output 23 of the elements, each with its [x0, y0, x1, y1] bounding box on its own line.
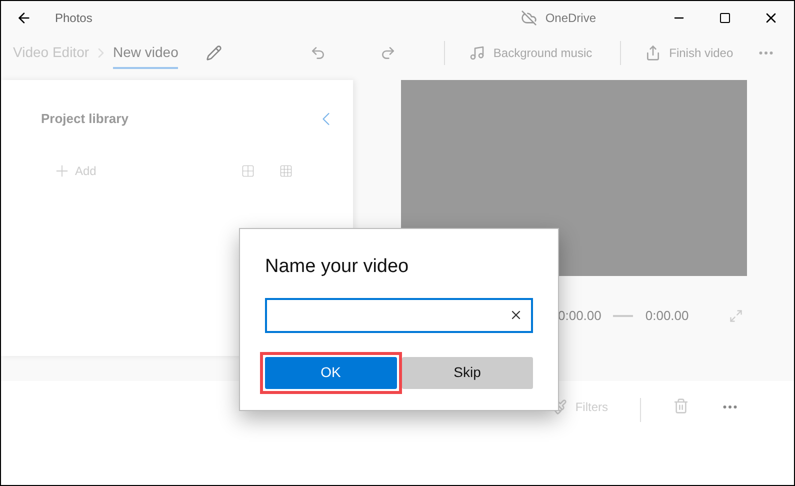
dialog-title: Name your video	[265, 255, 410, 279]
fullscreen-icon[interactable]	[728, 308, 743, 323]
current-time: 0:00.00	[558, 307, 602, 325]
grid-icon[interactable]	[241, 164, 255, 178]
cloud-off-icon	[521, 10, 538, 26]
window-title: Photos	[55, 10, 92, 27]
share-icon	[645, 45, 662, 61]
dialog-button[interactable]: OK	[265, 356, 396, 388]
maximize-icon	[719, 12, 731, 24]
trash-icon[interactable]	[673, 398, 689, 414]
grid-icon[interactable]	[279, 164, 293, 178]
cloud-label: OneDrive	[545, 10, 596, 27]
pencil-icon[interactable]	[206, 45, 222, 61]
music-icon	[469, 45, 486, 61]
back-icon	[16, 10, 32, 26]
redo-icon[interactable]	[380, 45, 396, 61]
dialog-button[interactable]: Skip	[402, 356, 533, 388]
clear-icon[interactable]	[509, 308, 523, 322]
undo-icon[interactable]	[310, 45, 326, 61]
breadcrumb-item[interactable]: New video	[113, 38, 178, 68]
name-field[interactable]	[265, 298, 533, 332]
total-time: 0:00.00	[645, 307, 689, 325]
panel-title: Project library	[41, 110, 128, 128]
